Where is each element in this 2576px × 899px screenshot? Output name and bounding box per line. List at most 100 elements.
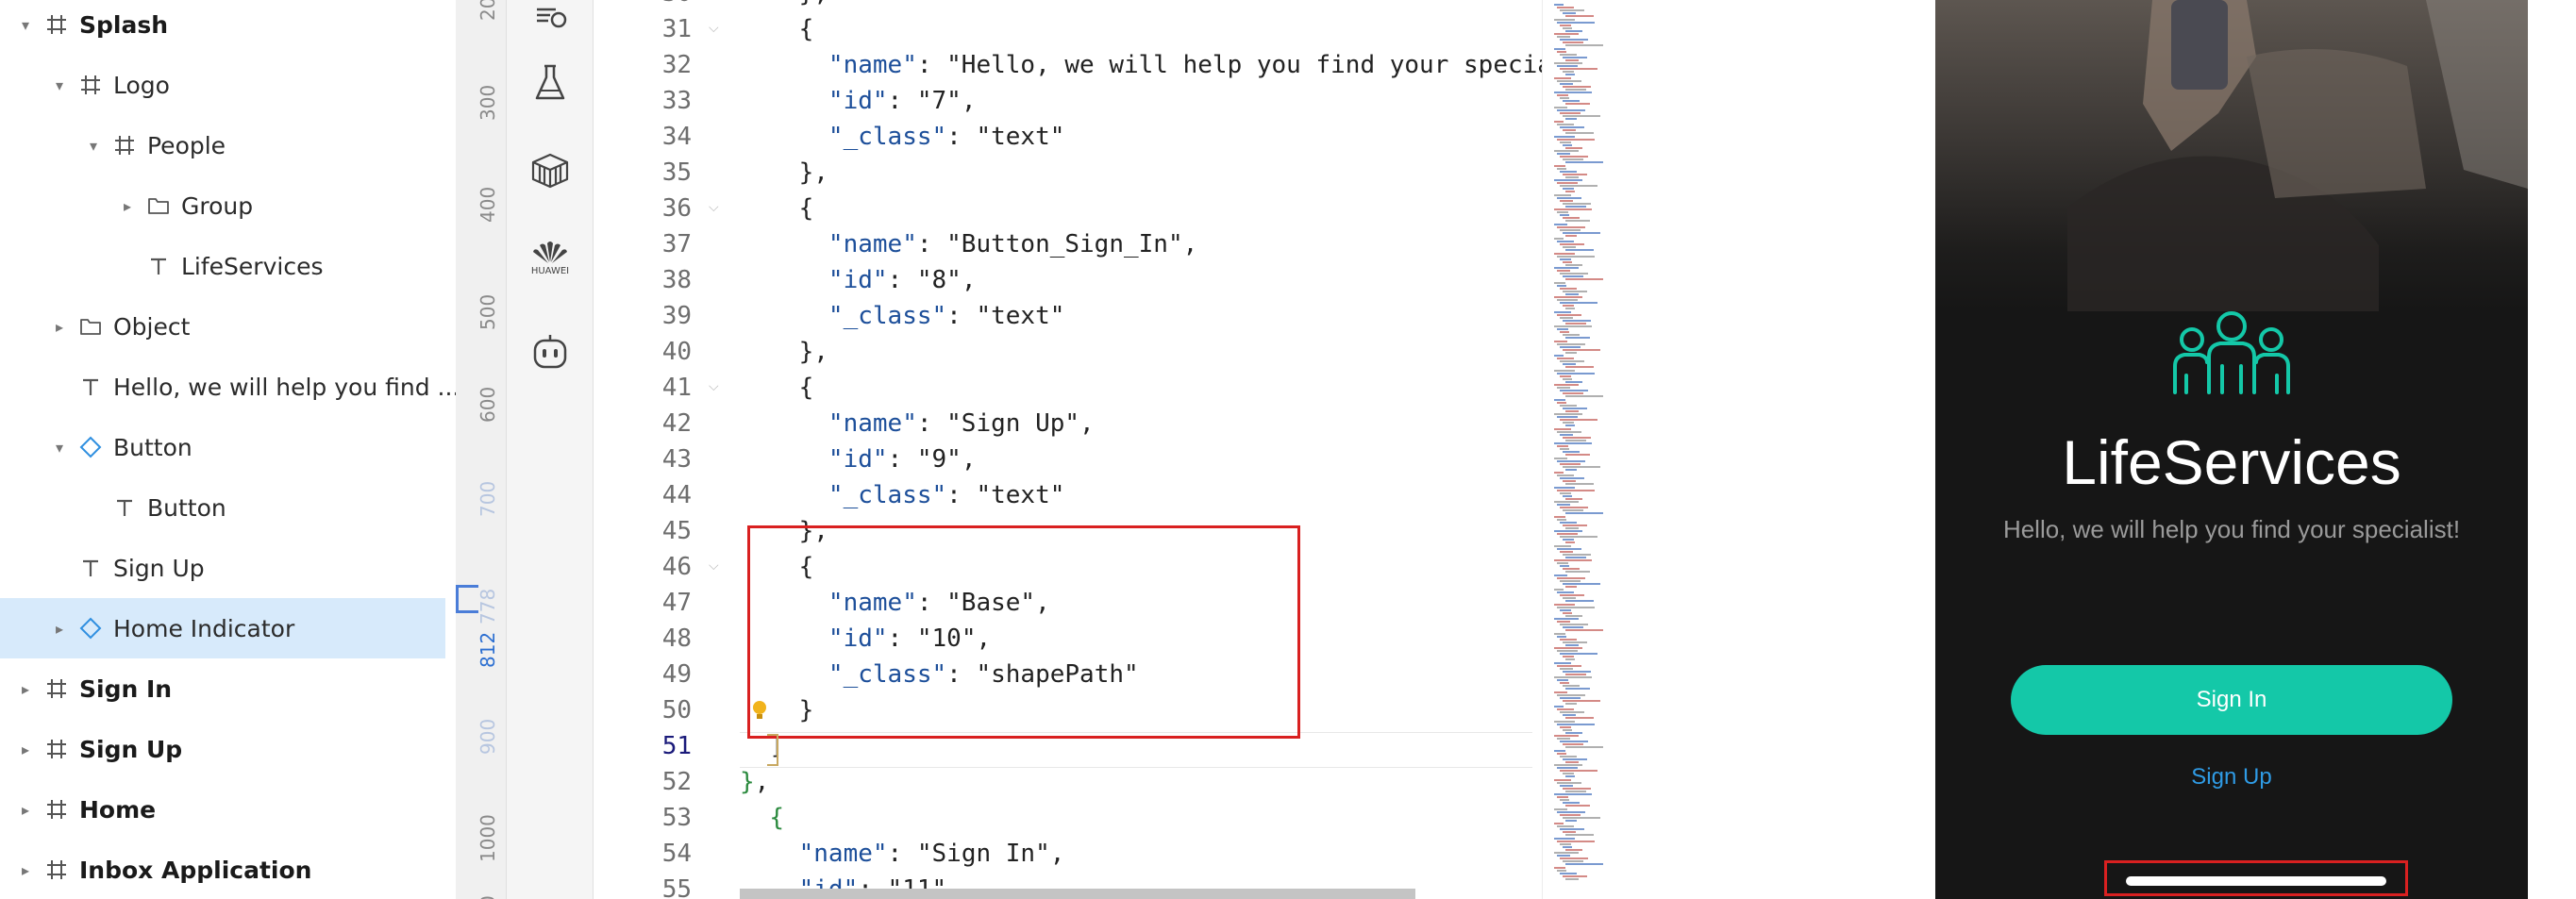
fold-chevron-icon[interactable]: ⌵ (709, 21, 724, 36)
minimap-line (1554, 661, 1571, 664)
caret-right-icon[interactable]: ▸ (49, 618, 70, 639)
lightbulb-icon[interactable] (751, 700, 768, 721)
layer-row[interactable]: ▾ Splash (0, 0, 445, 55)
layer-row[interactable]: ▸ Home Indicator (0, 598, 445, 658)
flask-icon[interactable] (524, 57, 577, 109)
minimap-line (1565, 380, 1582, 383)
layer-row[interactable]: ▾ People (0, 115, 445, 175)
layer-row[interactable]: Sign Up (0, 538, 445, 598)
code-line[interactable]: "name": "Sign In", (740, 840, 1065, 868)
ruler-label: 778 (477, 588, 499, 624)
code-line[interactable]: "id": "7", (740, 87, 977, 115)
layer-label: Button (113, 433, 192, 461)
minimap[interactable] (1542, 0, 1683, 899)
minimap-line (1563, 553, 1591, 556)
minimap-line (1560, 491, 1571, 494)
minimap-line (1563, 114, 1600, 117)
layer-row[interactable]: LifeServices (0, 236, 445, 296)
code-editor[interactable]: 30 31 ⌵ 32 33 34 35 36 ⌵ 37 38 39 40 41 ⌵ 42 43 44 45 46 ⌵ 47… (594, 0, 1552, 899)
minimap-line (1560, 141, 1571, 143)
minimap-line (1557, 430, 1581, 433)
code-line[interactable]: "_class": "text" (740, 481, 1064, 509)
minimap-line (1554, 603, 1575, 606)
code-line[interactable]: }, (740, 338, 828, 366)
minimap-line (1554, 355, 1564, 357)
code-line[interactable]: "id": "9", (740, 445, 977, 474)
layer-row[interactable]: ▸ Sign In (0, 658, 445, 719)
line-number-gutter: 30 31 ⌵ 32 33 34 35 36 ⌵ 37 38 39 40 41 ⌵ 42 43 44 45 46 ⌵ 47… (594, 0, 740, 899)
layer-row[interactable]: ▸ Object (0, 296, 445, 357)
layer-row[interactable]: Hello, we will help you find ... (0, 357, 460, 417)
minimap-line (1557, 679, 1568, 682)
huawei-logo-icon[interactable]: HUAWEI (524, 230, 577, 283)
search-history-icon[interactable] (524, 0, 577, 42)
minimap-line (1565, 497, 1582, 500)
fold-chevron-icon[interactable]: ⌵ (709, 200, 724, 215)
line-number: 48 (661, 624, 692, 653)
caret-right-icon[interactable]: ▸ (15, 678, 36, 699)
layer-row[interactable]: ▸ Sign Up (0, 719, 445, 779)
minimap-line (1565, 220, 1590, 223)
minimap-line (1563, 319, 1591, 322)
fold-chevron-icon[interactable]: ⌵ (709, 558, 724, 574)
caret-right-icon[interactable]: ▸ (49, 316, 70, 337)
sign-up-link[interactable]: Sign Up (1935, 764, 2528, 791)
caret-right-icon[interactable]: ▸ (117, 195, 138, 216)
robot-icon[interactable] (524, 325, 577, 378)
code-line[interactable]: }, (740, 768, 769, 796)
caret-down-icon[interactable]: ▾ (15, 14, 36, 35)
minimap-line (1563, 582, 1600, 585)
layer-row[interactable]: ▸ Home (0, 779, 445, 840)
minimap-line (1560, 126, 1584, 129)
component-icon (77, 615, 104, 641)
line-number: 38 (661, 266, 692, 294)
minimap-line (1563, 568, 1580, 571)
line-number: 52 (661, 768, 692, 796)
caret-right-icon[interactable]: ▸ (15, 739, 36, 759)
horizontal-scrollbar[interactable] (740, 889, 1415, 899)
code-line[interactable]: "name": "Hello, we will help you find yo… (740, 51, 1552, 79)
caret-down-icon[interactable]: ▾ (83, 135, 104, 156)
code-line[interactable]: { (740, 15, 814, 43)
code-line[interactable]: "name": "Sign Up", (740, 409, 1095, 438)
code-line[interactable]: { (740, 374, 814, 402)
code-line[interactable]: { (740, 804, 784, 832)
caret-right-icon[interactable]: ▸ (15, 859, 36, 880)
layer-row[interactable]: ▸ Group (0, 175, 445, 236)
code-line[interactable]: }, (740, 158, 828, 187)
layer-row[interactable]: ▾ Button (0, 417, 445, 477)
minimap-line (1560, 287, 1577, 290)
layer-row[interactable]: Button (0, 477, 445, 538)
code-line[interactable]: { (740, 194, 814, 223)
caret-down-icon[interactable]: ▾ (49, 437, 70, 458)
package-icon[interactable] (524, 143, 577, 196)
layer-row[interactable]: ▾ Logo (0, 55, 445, 115)
code-line[interactable]: "_class": "text" (740, 302, 1064, 330)
code-line[interactable]: "_class": "text" (740, 123, 1064, 151)
layer-row[interactable]: ▸ Inbox Application (0, 840, 445, 899)
minimap-line (1560, 653, 1597, 656)
minimap-line (1563, 158, 1583, 161)
minimap-line (1565, 263, 1582, 266)
minimap-line (1557, 65, 1578, 68)
minimap-line (1557, 108, 1585, 111)
minimap-line (1563, 539, 1574, 541)
minimap-line (1560, 82, 1573, 85)
line-number: 43 (661, 445, 692, 474)
code-line[interactable]: "id": "8", (740, 266, 977, 294)
minimap-line (1554, 618, 1579, 620)
fold-chevron-icon[interactable]: ⌵ (709, 379, 724, 394)
minimap-line (1565, 643, 1579, 646)
minimap-line (1565, 468, 1577, 471)
caret-down-icon[interactable]: ▾ (49, 75, 70, 95)
minimap-line (1554, 501, 1579, 503)
minimap-line (1565, 175, 1579, 178)
code-line[interactable]: "name": "Button_Sign_In", (740, 230, 1197, 258)
minimap-line (1563, 480, 1576, 483)
ruler-label: 200 (477, 0, 499, 21)
minimap-line (1557, 810, 1585, 813)
caret-right-icon[interactable]: ▸ (15, 799, 36, 820)
minimap-line (1554, 340, 1567, 342)
code-line[interactable]: }, (740, 0, 828, 8)
sign-in-button[interactable]: Sign In (2011, 665, 2452, 735)
